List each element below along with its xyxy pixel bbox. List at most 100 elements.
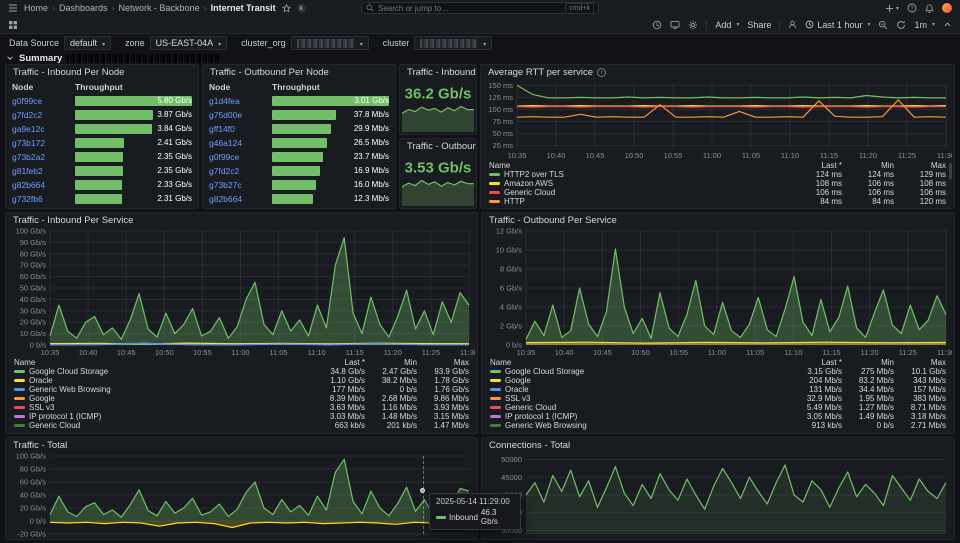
series-name[interactable]: HTTP [504, 197, 525, 206]
node-link[interactable]: g75d00e [209, 110, 272, 120]
share-button[interactable]: Share [747, 20, 771, 30]
legend-header-name[interactable]: Name [14, 358, 313, 367]
legend-scrollbar[interactable] [949, 163, 952, 179]
series-name[interactable]: IP protocol 1 (ICMP) [29, 412, 101, 421]
tv-kiosk-icon[interactable] [670, 20, 680, 30]
legend-header-min[interactable]: Min [365, 358, 417, 367]
chart-canvas[interactable]: 150 ms125 ms100 ms75 ms50 ms25 ms10:3510… [483, 80, 952, 160]
throughput-bar [272, 166, 320, 176]
series-name[interactable]: Generic Cloud [504, 188, 555, 197]
series-name[interactable]: Generic Web Browsing [505, 421, 587, 430]
node-link[interactable]: g0f99ce [12, 96, 75, 106]
chart-canvas[interactable]: 5000045000400003500030000 [484, 453, 952, 538]
series-name[interactable]: Oracle [29, 376, 53, 385]
legend-header-max[interactable]: Max [894, 161, 946, 170]
panel-title[interactable]: Traffic - Inbound Total [400, 65, 476, 80]
legend-header-last[interactable]: Last * [790, 161, 842, 170]
column-header-node[interactable]: Node [12, 82, 75, 92]
series-name[interactable]: Amazon AWS [504, 179, 553, 188]
node-link[interactable]: g732fb6 [12, 194, 75, 204]
search-input[interactable] [378, 4, 561, 13]
series-name[interactable]: Generic Web Browsing [29, 385, 111, 394]
legend-header-max[interactable]: Max [894, 358, 946, 367]
series-name[interactable]: Google [29, 394, 55, 403]
notifications-bell-icon[interactable] [925, 4, 934, 13]
chart-canvas[interactable] [401, 103, 475, 133]
refresh-interval-picker[interactable]: 1m [914, 20, 935, 30]
user-icon[interactable] [788, 20, 797, 29]
series-name[interactable]: SSL v3 [505, 394, 531, 403]
breadcrumb-folder[interactable]: Network - Backbone [119, 3, 200, 13]
node-link[interactable]: g82b664 [209, 194, 272, 204]
series-name[interactable]: Google Cloud Storage [505, 367, 584, 376]
legend-header-min[interactable]: Min [842, 161, 894, 170]
help-icon[interactable]: ? [907, 3, 917, 13]
legend-header-last[interactable]: Last * [313, 358, 365, 367]
new-plus-icon[interactable] [885, 4, 899, 13]
column-header-throughput[interactable]: Throughput [272, 82, 389, 92]
series-min-value: 2.68 Mb/s [365, 394, 417, 403]
chart-canvas[interactable]: 100 Gb/s90 Gb/s80 Gb/s70 Gb/s60 Gb/s50 G… [8, 228, 475, 357]
chart-canvas[interactable] [401, 177, 475, 207]
legend-header-min[interactable]: Min [842, 358, 894, 367]
chart-canvas[interactable]: 12 Gb/s10 Gb/s8 Gb/s6 Gb/s4 Gb/s2 Gb/s0 … [484, 228, 952, 357]
zoom-out-icon[interactable] [878, 20, 888, 30]
node-link[interactable]: g82b664 [12, 180, 75, 190]
breadcrumb-dashboards[interactable]: Dashboards [59, 3, 108, 13]
search-bar[interactable]: cmd+k [361, 2, 599, 14]
node-link[interactable]: g73b27c [209, 180, 272, 190]
panel-title[interactable]: Traffic - Outbound Total [400, 139, 476, 154]
node-link[interactable]: g0f99ce [209, 152, 272, 162]
panel-title[interactable]: Traffic - Outbound Per Node [203, 65, 395, 80]
series-name[interactable]: SSL v3 [29, 403, 55, 412]
panel-title[interactable]: Traffic - Outbound Per Service [482, 213, 954, 228]
node-link[interactable]: g7fd2c2 [209, 166, 272, 176]
column-header-throughput[interactable]: Throughput [75, 82, 192, 92]
node-link[interactable]: gff14f0 [209, 124, 272, 134]
legend-header-last[interactable]: Last * [790, 358, 842, 367]
series-name[interactable]: Google Cloud Storage [29, 367, 108, 376]
variable-value-dropdown[interactable]: US-EAST-04A [150, 36, 228, 50]
column-header-node[interactable]: Node [209, 82, 272, 92]
collapse-toolbar-chevron-up-icon[interactable] [943, 20, 952, 29]
analytics-icon[interactable] [652, 20, 662, 30]
panel-title[interactable]: Traffic - Inbound Per Node [6, 65, 198, 80]
node-link[interactable]: g7fd2c2 [12, 110, 75, 120]
legend-header-name[interactable]: Name [490, 358, 790, 367]
add-button[interactable]: Add [715, 20, 739, 30]
series-name[interactable]: Generic Cloud [505, 403, 556, 412]
legend-header-max[interactable]: Max [417, 358, 469, 367]
info-icon[interactable]: i [597, 68, 606, 77]
row-header-summary[interactable]: Summary [6, 52, 955, 64]
panel-title[interactable]: Traffic - Total [6, 438, 477, 453]
node-link[interactable]: g46a124 [209, 138, 272, 148]
settings-gear-icon[interactable] [688, 20, 698, 30]
series-name[interactable]: IP protocol 1 (ICMP) [505, 412, 577, 421]
apps-grid-icon[interactable] [8, 20, 18, 30]
node-link[interactable]: g1d4fea [209, 96, 272, 106]
panel-title[interactable]: Average RTT per service i [481, 65, 954, 80]
series-name[interactable]: Google [505, 376, 531, 385]
favorite-star-icon[interactable] [282, 4, 291, 13]
chart-canvas[interactable]: 100 Gb/s80 Gb/s60 Gb/s40 Gb/s20 Gb/s0 b/… [8, 453, 475, 538]
series-last-value: 124 ms [790, 170, 842, 179]
node-link[interactable]: ga9e12c [12, 124, 75, 134]
panel-title[interactable]: Connections - Total [482, 438, 954, 453]
node-link[interactable]: g73b2a2 [12, 152, 75, 162]
breadcrumb-home[interactable]: Home [24, 3, 48, 13]
time-range-picker[interactable]: Last 1 hour [805, 20, 870, 30]
node-link[interactable]: g81feb2 [12, 166, 75, 176]
refresh-icon[interactable] [896, 20, 906, 30]
menu-icon[interactable] [8, 3, 18, 13]
user-avatar[interactable] [942, 3, 952, 13]
variable-value-dropdown[interactable] [414, 36, 492, 50]
panel-title[interactable]: Traffic - Inbound Per Service [6, 213, 477, 228]
variable-value-dropdown[interactable] [291, 36, 369, 50]
series-name[interactable]: Oracle [505, 385, 529, 394]
series-name[interactable]: HTTP2 over TLS [504, 170, 564, 179]
series-name[interactable]: Generic Cloud [29, 421, 80, 430]
variable-value-dropdown[interactable]: default [64, 36, 111, 50]
legend-header-name[interactable]: Name [489, 161, 790, 170]
breadcrumb-current-dashboard[interactable]: Internet Transit [211, 3, 276, 13]
node-link[interactable]: g73b172 [12, 138, 75, 148]
